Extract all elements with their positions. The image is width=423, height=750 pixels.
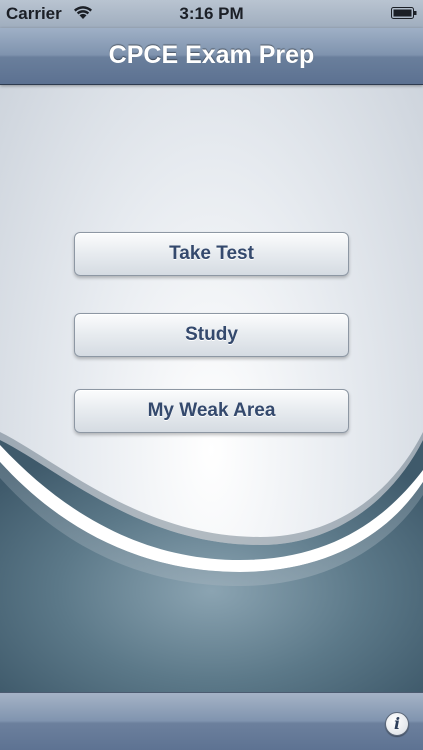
- page-title: CPCE Exam Prep: [108, 41, 315, 69]
- info-icon[interactable]: i: [385, 712, 409, 736]
- battery-icon: [391, 7, 417, 19]
- status-time: 3:16 PM: [179, 4, 244, 23]
- status-bar: Carrier 3:16 PM: [0, 0, 423, 28]
- background-wave: [0, 432, 423, 692]
- app-screen: Carrier 3:16 PM CPCE Exam Prep Take Test…: [0, 0, 423, 750]
- take-test-button[interactable]: Take Test: [74, 232, 349, 276]
- my-weak-area-button[interactable]: My Weak Area: [74, 389, 349, 433]
- study-button[interactable]: Study: [74, 313, 349, 357]
- navigation-bar: CPCE Exam Prep: [0, 28, 423, 85]
- bottom-toolbar: i: [0, 692, 423, 750]
